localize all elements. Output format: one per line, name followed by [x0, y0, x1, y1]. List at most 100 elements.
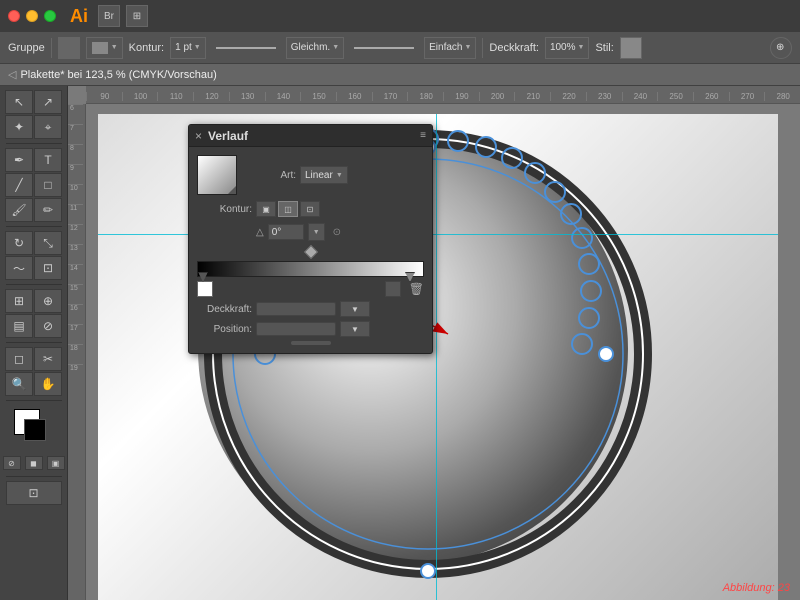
ruler-mark: 260	[693, 92, 729, 101]
scale-tool[interactable]: ⤡	[34, 231, 62, 255]
kontur-icons: ▣ ◫ ⊡	[256, 201, 320, 217]
kontur-icon-2[interactable]: ◫	[278, 201, 298, 217]
line-tool[interactable]: ╱	[5, 173, 33, 197]
select-tool[interactable]: ↖	[5, 90, 33, 114]
panel-kontur-row: Kontur: ▣ ◫ ⊡	[197, 201, 424, 217]
ruler-v-mark: 9	[68, 164, 83, 184]
stroke-color-dropdown[interactable]: ▼	[86, 37, 123, 59]
scrollbar-thumb	[291, 341, 331, 345]
hand-tool[interactable]: ✋	[34, 372, 62, 396]
gradient-point-row	[197, 247, 424, 257]
main-toolbar: Gruppe ▼ Kontur: 1 pt ▼ Gleichm. ▼ Einfa…	[0, 32, 800, 64]
ruler-mark: 200	[479, 92, 515, 101]
ruler-v-mark: 17	[68, 324, 83, 344]
panel-menu-button[interactable]: ≡	[420, 130, 426, 141]
deckkraft-slider[interactable]	[256, 302, 336, 316]
ruler-mark: 240	[622, 92, 658, 101]
symbol-tool[interactable]: ⊕	[34, 289, 62, 313]
gradient-slider-bar[interactable]	[197, 261, 424, 277]
graph-tool[interactable]: ⊞	[5, 289, 33, 313]
eraser-tool[interactable]: ◻	[5, 347, 33, 371]
chevron-down-icon: ▼	[336, 172, 343, 179]
type-tool[interactable]: T	[34, 148, 62, 172]
toolbar-divider-1	[51, 38, 52, 58]
document-title: Plakette* bei 123,5 % (CMYK/Vorschau)	[20, 69, 216, 81]
angle-input[interactable]: 0°	[268, 224, 304, 240]
ruler-v-mark: 11	[68, 204, 83, 224]
tool-separator-4	[6, 342, 62, 343]
panel-swatch-row: Art: Linear ▼	[197, 155, 424, 195]
gradient-panel: × Verlauf ≡ Art: Linear ▼	[188, 124, 433, 354]
shape-tool[interactable]: □	[34, 173, 62, 197]
zoom-tool[interactable]: 🔍	[5, 372, 33, 396]
art-dropdown[interactable]: Linear ▼	[300, 166, 348, 184]
color-stop-white[interactable]	[197, 281, 213, 297]
stil-label: Stil:	[595, 42, 613, 54]
tool-row-8: ⊞ ⊕	[5, 289, 62, 313]
tool-row-11: 🔍 ✋	[5, 372, 62, 396]
magic-wand-tool[interactable]: ✦	[5, 115, 33, 139]
scroll-left-icon[interactable]: ◁	[8, 68, 16, 81]
fill-color-box[interactable]	[58, 37, 80, 59]
none-icon[interactable]: ⊘	[3, 456, 21, 470]
line-style2-dropdown[interactable]: Einfach ▼	[424, 37, 476, 59]
ruler-v-mark: 12	[68, 224, 83, 244]
stroke-color-square[interactable]	[24, 419, 46, 441]
pen-tool[interactable]: ✒	[5, 148, 33, 172]
kontur-label: Kontur:	[129, 42, 164, 54]
slice-tool[interactable]: ⊘	[34, 314, 62, 338]
ruler-mark: 230	[586, 92, 622, 101]
gradient-icon[interactable]: ▣	[47, 456, 65, 470]
gradient-diamond[interactable]	[303, 245, 317, 259]
deckkraft-dropdown[interactable]: 100% ▼	[545, 37, 590, 59]
column-graph-tool[interactable]: ▤	[5, 314, 33, 338]
kontur-label: Kontur:	[197, 204, 252, 215]
kontur-icon-1[interactable]: ▣	[256, 201, 276, 217]
kontur-icon-3[interactable]: ⊡	[300, 201, 320, 217]
stil-box[interactable]	[620, 37, 642, 59]
bridge-icon[interactable]: Br	[98, 5, 120, 27]
ruler-mark: 180	[407, 92, 443, 101]
group-label: Gruppe	[8, 42, 45, 54]
panel-close-button[interactable]: ×	[195, 129, 202, 143]
lasso-tool[interactable]: ⌖	[34, 115, 62, 139]
position-label: Position:	[197, 324, 252, 335]
deckkraft-row: Deckkraft: ▼	[197, 301, 424, 317]
direct-select-tool[interactable]: ↗	[34, 90, 62, 114]
pencil-tool[interactable]: ✏	[34, 198, 62, 222]
panel-body: Art: Linear ▼ Kontur: ▣ ◫ ⊡	[189, 147, 432, 353]
maximize-button[interactable]	[44, 10, 56, 22]
screen-mode-btn[interactable]: ⊡	[6, 481, 62, 505]
ruler-mark: 160	[336, 92, 372, 101]
ruler-mark: 250	[657, 92, 693, 101]
position-dropdown[interactable]: ▼	[340, 321, 370, 337]
ruler-v-mark: 18	[68, 344, 83, 364]
delete-stop-button[interactable]: 🗑	[409, 282, 424, 296]
color-selector[interactable]	[14, 409, 54, 449]
tool-separator-2	[6, 226, 62, 227]
scissors-tool[interactable]: ✂	[34, 347, 62, 371]
color-stop-dark[interactable]	[385, 281, 401, 297]
mode-icons: ⊘ ◼ ▣	[3, 456, 65, 470]
canvas-content: 6 7 8 9 10 11 12 13 14 15 16 17 18 19	[68, 104, 800, 600]
position-row: Position: ▼	[197, 321, 424, 337]
extra-tool[interactable]: ⊕	[770, 37, 792, 59]
line-style1-dropdown[interactable]: Gleichm. ▼	[286, 37, 344, 59]
free-transform-tool[interactable]: ⊡	[34, 256, 62, 280]
angle-dropdown[interactable]: ▼	[308, 223, 325, 241]
paint-brush-tool[interactable]: 🖌	[5, 198, 33, 222]
minimize-button[interactable]	[26, 10, 38, 22]
color-icon[interactable]: ◼	[25, 456, 43, 470]
ruler-mark: 170	[372, 92, 408, 101]
gradient-preview[interactable]	[197, 155, 237, 195]
ruler-v-mark: 6	[68, 104, 83, 124]
ruler-v-mark: 19	[68, 364, 83, 384]
deckkraft-dropdown[interactable]: ▼	[340, 301, 370, 317]
warp-tool[interactable]: 〜	[5, 256, 33, 280]
stroke-weight-dropdown[interactable]: 1 pt ▼	[170, 37, 206, 59]
view-toggle-icon[interactable]: ⊞	[126, 5, 148, 27]
position-slider[interactable]	[256, 322, 336, 336]
close-button[interactable]	[8, 10, 20, 22]
circle-icon[interactable]: ⊙	[333, 227, 341, 238]
rotate-tool[interactable]: ↻	[5, 231, 33, 255]
